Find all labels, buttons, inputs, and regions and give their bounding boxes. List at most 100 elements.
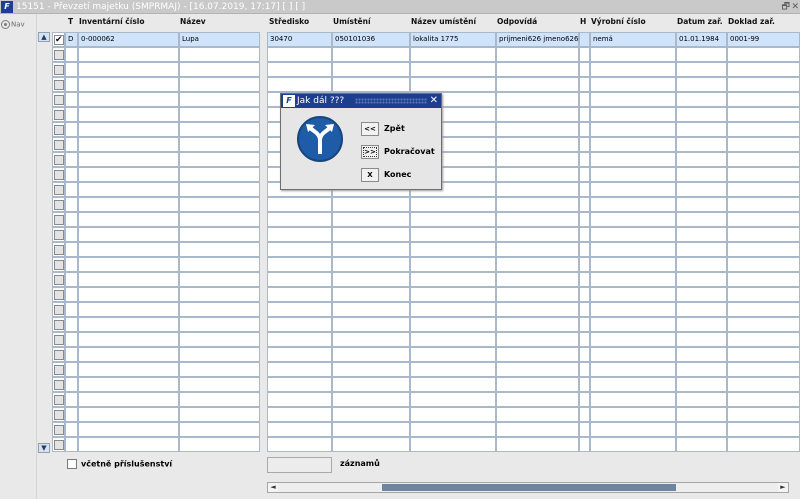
table-cell[interactable]: [590, 137, 676, 152]
table-cell[interactable]: [676, 362, 727, 377]
table-cell[interactable]: [179, 77, 260, 92]
row-checkbox[interactable]: [54, 140, 64, 150]
table-cell[interactable]: [65, 47, 78, 62]
table-cell[interactable]: [267, 392, 332, 407]
table-cell[interactable]: [676, 152, 727, 167]
table-cell[interactable]: [579, 392, 590, 407]
table-cell[interactable]: [676, 347, 727, 362]
table-cell[interactable]: [179, 422, 260, 437]
table-cell[interactable]: [496, 407, 579, 422]
row-checkbox[interactable]: [54, 50, 64, 60]
table-cell[interactable]: [332, 227, 410, 242]
table-cell[interactable]: [267, 197, 332, 212]
table-cell[interactable]: [676, 122, 727, 137]
table-cell[interactable]: [65, 137, 78, 152]
table-cell[interactable]: [579, 152, 590, 167]
table-cell[interactable]: [496, 347, 579, 362]
table-cell[interactable]: [179, 332, 260, 347]
row-checkbox-cell[interactable]: [52, 242, 65, 257]
row-checkbox-cell[interactable]: [52, 437, 65, 452]
table-cell[interactable]: [579, 332, 590, 347]
table-cell[interactable]: [332, 362, 410, 377]
table-cell[interactable]: [65, 197, 78, 212]
table-cell[interactable]: [727, 347, 800, 362]
table-cell[interactable]: [727, 362, 800, 377]
row-checkbox[interactable]: [54, 125, 64, 135]
table-cell[interactable]: [78, 122, 179, 137]
row-checkbox[interactable]: [54, 380, 64, 390]
row-checkbox[interactable]: [54, 275, 64, 285]
row-checkbox-cell[interactable]: [52, 182, 65, 197]
table-cell[interactable]: [727, 332, 800, 347]
table-cell[interactable]: [78, 227, 179, 242]
row-checkbox-cell[interactable]: [52, 257, 65, 272]
table-cell[interactable]: [579, 212, 590, 227]
table-cell[interactable]: [579, 242, 590, 257]
cell-inventarni-cislo[interactable]: 0-000062: [78, 32, 179, 47]
table-cell[interactable]: [590, 212, 676, 227]
table-cell[interactable]: [590, 47, 676, 62]
row-checkbox-cell[interactable]: [52, 317, 65, 332]
table-cell[interactable]: [496, 227, 579, 242]
include-accessories-box[interactable]: [67, 459, 77, 469]
row-checkbox-cell[interactable]: [52, 107, 65, 122]
row-checkbox[interactable]: [54, 95, 64, 105]
table-cell[interactable]: [179, 392, 260, 407]
table-cell[interactable]: [65, 257, 78, 272]
table-cell[interactable]: [727, 227, 800, 242]
table-cell[interactable]: [727, 167, 800, 182]
table-cell[interactable]: [65, 122, 78, 137]
table-cell[interactable]: [179, 227, 260, 242]
table-cell[interactable]: [410, 47, 496, 62]
table-cell[interactable]: [590, 242, 676, 257]
table-cell[interactable]: [410, 422, 496, 437]
row-checkbox-cell[interactable]: [52, 92, 65, 107]
table-cell[interactable]: [727, 257, 800, 272]
col-header-nazev[interactable]: Název: [180, 17, 206, 27]
table-cell[interactable]: [267, 272, 332, 287]
row-checkbox-cell[interactable]: [52, 302, 65, 317]
table-cell[interactable]: [78, 62, 179, 77]
table-cell[interactable]: [179, 137, 260, 152]
table-cell[interactable]: [78, 182, 179, 197]
table-cell[interactable]: [65, 407, 78, 422]
table-cell[interactable]: [676, 47, 727, 62]
table-cell[interactable]: [179, 272, 260, 287]
table-cell[interactable]: [332, 272, 410, 287]
row-checkbox[interactable]: [54, 155, 64, 165]
cell-nazev-umisteni[interactable]: lokalita 1775: [410, 32, 496, 47]
table-cell[interactable]: [496, 377, 579, 392]
table-cell[interactable]: [267, 437, 332, 452]
table-cell[interactable]: [410, 302, 496, 317]
cell-odpovida[interactable]: prijmeni626 jmeno626: [496, 32, 579, 47]
col-header-doklad-zarazeni[interactable]: Doklad zař.: [728, 17, 775, 27]
table-cell[interactable]: [65, 362, 78, 377]
table-cell[interactable]: [676, 62, 727, 77]
table-cell[interactable]: [676, 212, 727, 227]
row-checkbox-cell[interactable]: [52, 407, 65, 422]
table-cell[interactable]: [727, 242, 800, 257]
row-checkbox-cell[interactable]: [52, 197, 65, 212]
table-cell[interactable]: [727, 92, 800, 107]
row-checkbox[interactable]: [54, 335, 64, 345]
row-checkbox[interactable]: [54, 230, 64, 240]
table-cell[interactable]: [590, 257, 676, 272]
table-cell[interactable]: [410, 242, 496, 257]
table-cell[interactable]: [579, 287, 590, 302]
table-cell[interactable]: [579, 107, 590, 122]
table-cell[interactable]: [579, 272, 590, 287]
table-cell[interactable]: [332, 422, 410, 437]
table-cell[interactable]: [676, 332, 727, 347]
table-cell[interactable]: [579, 377, 590, 392]
table-cell[interactable]: [410, 347, 496, 362]
end-button[interactable]: X: [361, 168, 379, 182]
scroll-right-button[interactable]: ►: [778, 483, 788, 492]
table-cell[interactable]: [179, 347, 260, 362]
table-cell[interactable]: [410, 77, 496, 92]
table-cell[interactable]: [496, 332, 579, 347]
table-cell[interactable]: [65, 77, 78, 92]
table-cell[interactable]: [267, 227, 332, 242]
table-cell[interactable]: [579, 362, 590, 377]
table-cell[interactable]: [727, 377, 800, 392]
table-cell[interactable]: [78, 422, 179, 437]
